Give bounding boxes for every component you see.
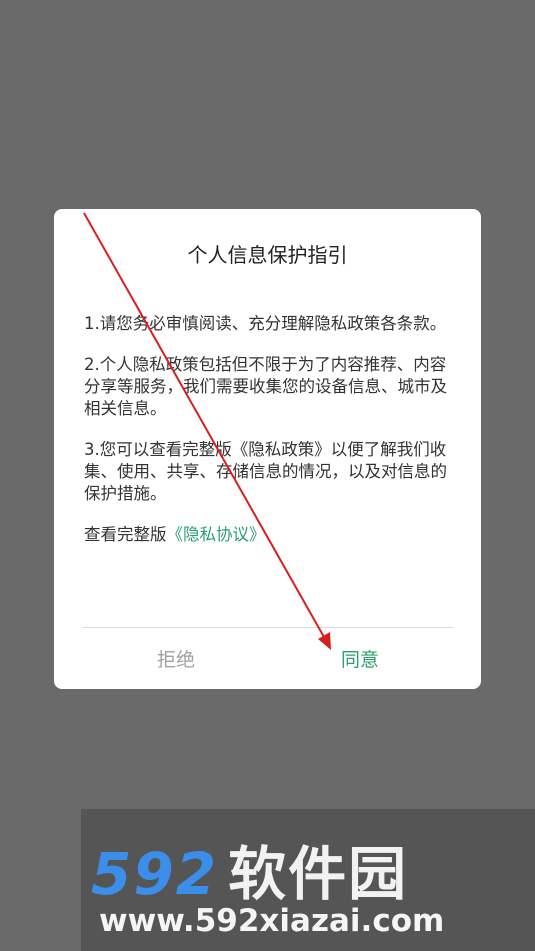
privacy-dialog: 个人信息保护指引 1.请您务必审慎阅读、充分理解隐私政策各条款。 2.个人隐私政…	[54, 209, 481, 689]
paragraph-2: 2.个人隐私政策包括但不限于为了内容推荐、内容分享等服务，我们需要收集您的设备信…	[84, 355, 447, 418]
watermark-brand-text: 软件园	[228, 840, 409, 908]
watermark-brand: 592 软件园	[91, 827, 408, 911]
agree-button[interactable]: 同意	[290, 645, 430, 672]
view-full-prefix: 查看完整版	[84, 525, 167, 544]
watermark-url: www.592xiazai.com	[99, 903, 445, 939]
dialog-content: 1.请您务必审慎阅读、充分理解隐私政策各条款。 2.个人隐私政策包括但不限于为了…	[84, 313, 457, 565]
watermark-brand-number: 592	[91, 840, 219, 908]
watermark-logo: 592 软件园 www.592xiazai.com	[81, 809, 535, 951]
button-divider	[82, 627, 453, 628]
reject-button[interactable]: 拒绝	[106, 645, 246, 672]
paragraph-1: 1.请您务必审慎阅读、充分理解隐私政策各条款。	[84, 314, 447, 333]
paragraph-3: 3.您可以查看完整版《隐私政策》以便了解我们收集、使用、共享、存储信息的情况，以…	[84, 440, 447, 503]
dialog-title: 个人信息保护指引	[187, 243, 348, 267]
privacy-agreement-link[interactable]: 《隐私协议》	[167, 525, 266, 544]
view-full-line: 查看完整版《隐私协议》	[84, 524, 457, 546]
